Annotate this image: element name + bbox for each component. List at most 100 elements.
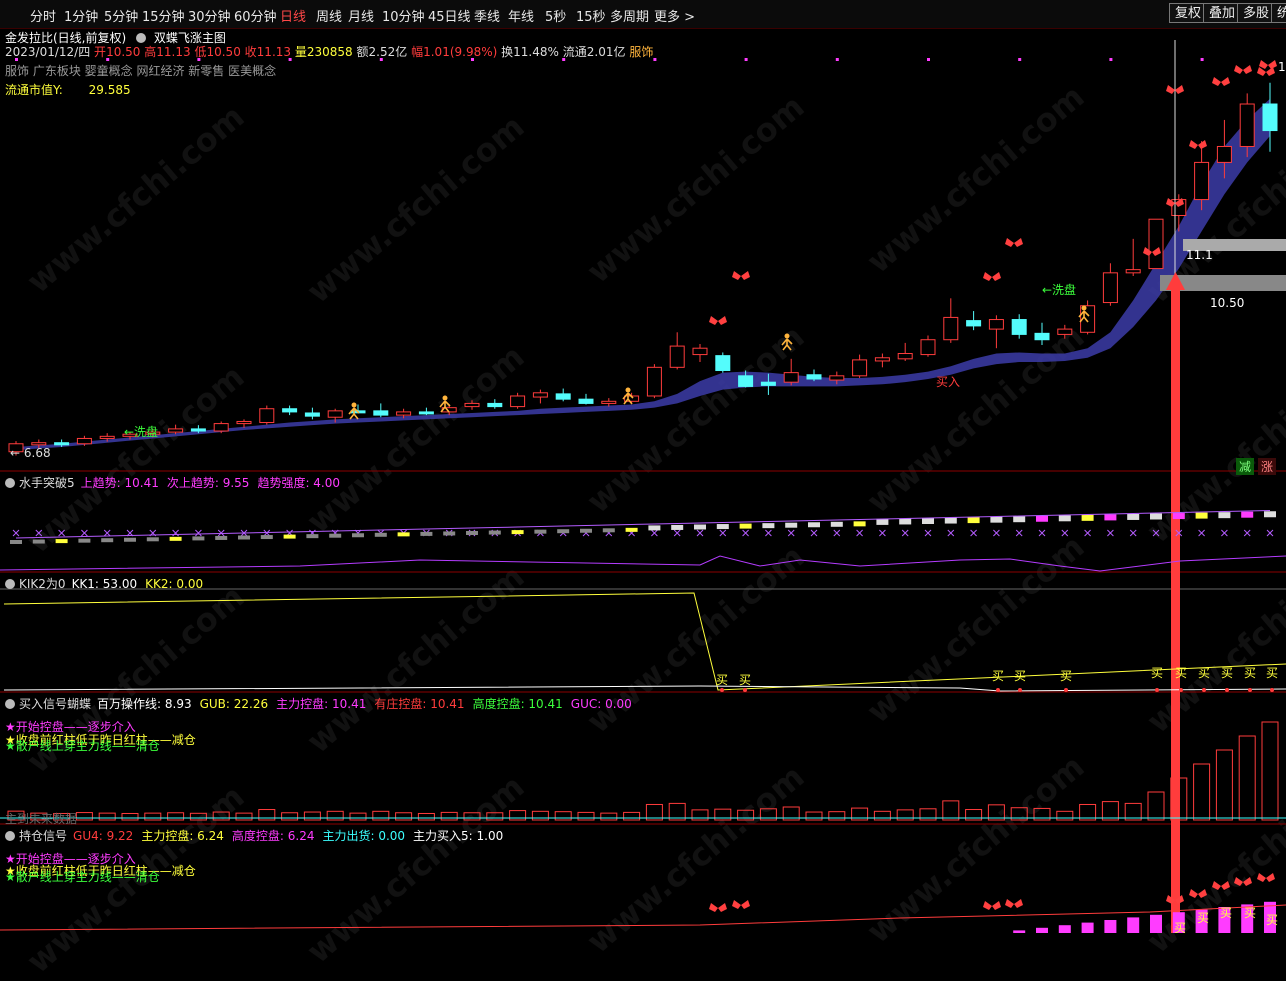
trend-block <box>146 537 159 542</box>
cross-marker <box>810 529 818 537</box>
panel-toggle-icon[interactable] <box>5 698 15 709</box>
indicator-value: KK2: 0.00 <box>145 577 204 591</box>
cross-marker <box>1152 529 1160 537</box>
butterfly-icon <box>1212 881 1230 890</box>
butterfly-icon <box>1212 77 1230 86</box>
trend-block <box>511 530 524 535</box>
trend-block <box>1104 514 1117 521</box>
trend-block <box>55 539 68 544</box>
position-bar <box>1150 914 1162 933</box>
trend-block <box>1081 514 1094 521</box>
candle-body <box>601 400 617 404</box>
runner-icon-head <box>784 333 790 339</box>
position-bar <box>1036 927 1048 933</box>
butterfly-icon <box>709 903 727 912</box>
candle-body <box>99 435 115 439</box>
top-dot-marker <box>1018 58 1022 61</box>
trend-block <box>534 529 547 534</box>
candle-body <box>874 357 890 362</box>
volume-bar <box>1193 763 1211 821</box>
cross-marker <box>901 529 909 537</box>
chart-canvas[interactable]: 买买买买买买买买买买买买买买买买 <box>0 0 1286 933</box>
trend-block <box>899 518 912 525</box>
volume-bar <box>417 812 435 821</box>
trend-block <box>671 524 684 530</box>
candle-body <box>31 442 47 446</box>
panel-toggle-icon[interactable] <box>5 477 15 488</box>
p4-buy-mark-text: 买 <box>1174 921 1186 933</box>
volume-bar <box>1215 749 1233 821</box>
butterfly-icon <box>1189 140 1207 149</box>
candle-body <box>190 428 206 432</box>
cross-marker <box>1243 529 1251 537</box>
reduce-badge[interactable]: 减 <box>1236 458 1255 475</box>
trend-block <box>306 534 319 539</box>
candle-body <box>1239 103 1255 147</box>
candle-body <box>1011 319 1027 335</box>
volume-bar <box>577 811 595 821</box>
rise-badge[interactable]: 涨 <box>1258 458 1277 475</box>
candle-body <box>988 319 1004 330</box>
top-dot-marker <box>379 58 383 61</box>
p4-buy-mark-text: 买 <box>1244 906 1256 920</box>
indicator-value: 主力买入5: 1.00 <box>413 829 504 843</box>
trend-block <box>967 517 980 524</box>
panel-name[interactable]: 买入信号蝴蝶 <box>19 697 91 711</box>
cross-marker <box>195 529 202 537</box>
butterfly-icon <box>1259 60 1277 69</box>
candle-body <box>54 442 70 446</box>
butterfly-icon <box>983 272 1001 281</box>
p4-legend-clear: ★散户线上穿主力线——清仓 <box>5 870 160 884</box>
trend-block <box>922 518 934 524</box>
buy-signal-arrow-shaft <box>1171 285 1180 933</box>
buy-mark-text: 买 <box>992 669 1004 683</box>
butterfly-icon <box>983 901 1001 910</box>
buy-dot <box>1270 688 1274 692</box>
trend-block <box>625 527 638 532</box>
volume-bar <box>509 810 527 821</box>
panel-name[interactable]: 水手突破5 <box>19 476 75 490</box>
volume-bar <box>144 812 162 821</box>
buy-dot <box>720 688 724 692</box>
price-label-low: 10.50 <box>1210 296 1245 310</box>
indicator-value: 主力控盘: 10.41 <box>276 697 367 711</box>
kk2-line <box>3 685 1286 692</box>
volume-bar <box>349 812 367 821</box>
panel-toggle-icon[interactable] <box>5 830 15 841</box>
trend-block <box>739 523 752 529</box>
runner-icon-head <box>625 387 631 393</box>
buy-dot <box>1155 688 1159 692</box>
trend-block <box>488 530 501 535</box>
volume-bar <box>281 812 299 821</box>
volume-bar <box>167 812 185 821</box>
volume-bar <box>121 812 139 821</box>
butterfly-icon <box>1234 877 1252 886</box>
trend-block <box>830 521 843 527</box>
butterfly-icon <box>1005 238 1023 247</box>
top-dot-marker <box>471 58 474 61</box>
butterfly-icon <box>1257 67 1275 76</box>
panel-toggle-icon[interactable] <box>5 578 15 589</box>
top-dot-marker <box>653 58 657 61</box>
trend-block <box>1013 516 1026 523</box>
candle-body <box>510 395 526 408</box>
candle-body <box>213 423 229 432</box>
volume-bar <box>440 811 458 821</box>
candle-body <box>168 428 184 433</box>
trend-block <box>374 532 387 537</box>
trend-block <box>808 522 820 528</box>
runner-icon-head <box>351 402 357 408</box>
cross-marker <box>172 529 179 537</box>
panel-name[interactable]: 持仓信号 <box>19 829 67 843</box>
panel-name[interactable]: KIK2为0 <box>19 577 66 591</box>
candle-body <box>646 366 662 397</box>
butterfly-icon <box>1257 873 1275 882</box>
trend-block <box>762 523 775 529</box>
candle-body <box>920 339 936 356</box>
volume-bar <box>326 810 344 821</box>
top-dot-marker <box>15 58 18 61</box>
strength-line <box>0 555 1286 572</box>
trend-block <box>716 524 729 530</box>
top-dot-marker <box>197 58 201 61</box>
trend-block <box>580 528 592 533</box>
